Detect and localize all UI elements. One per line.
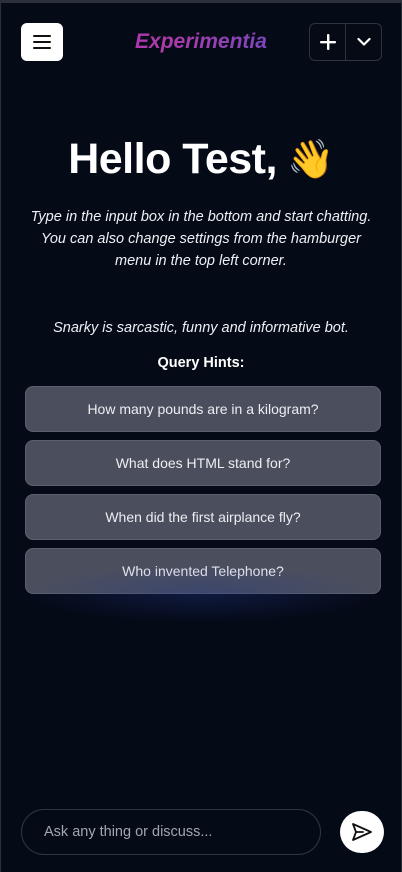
hamburger-menu-icon [33,35,51,49]
send-button[interactable] [340,811,384,853]
send-icon [352,823,372,841]
header-actions [309,23,382,61]
top-bar: Experimentia [1,23,401,63]
greeting-text: Hello Test, [68,135,277,183]
query-hint-button[interactable]: When did the first airplance fly? [25,494,381,540]
query-hints-list: How many pounds are in a kilogram? What … [25,386,381,594]
greeting-heading: Hello Test, 👋 [68,135,334,184]
dropdown-button[interactable] [345,23,382,61]
hamburger-menu-button[interactable] [21,23,63,61]
plus-icon [319,34,336,50]
welcome-section: Hello Test, 👋 Type in the input box in t… [1,135,401,272]
app-frame: Experimentia Hello Test, 👋 Type in the i… [0,0,402,872]
chevron-down-icon [356,37,371,46]
message-composer [21,809,321,855]
new-chat-button[interactable] [309,23,346,61]
query-hint-button[interactable]: Who invented Telephone? [25,548,381,594]
query-hint-button[interactable]: What does HTML stand for? [25,440,381,486]
intro-text: Type in the input box in the bottom and … [30,209,372,269]
bot-description: Snarky is sarcastic, funny and informati… [53,320,349,336]
waving-hand-icon: 👋 [286,138,334,181]
message-input[interactable] [44,824,298,840]
query-hint-button[interactable]: How many pounds are in a kilogram? [25,386,381,432]
query-hints-title: Query Hints: [157,355,245,371]
